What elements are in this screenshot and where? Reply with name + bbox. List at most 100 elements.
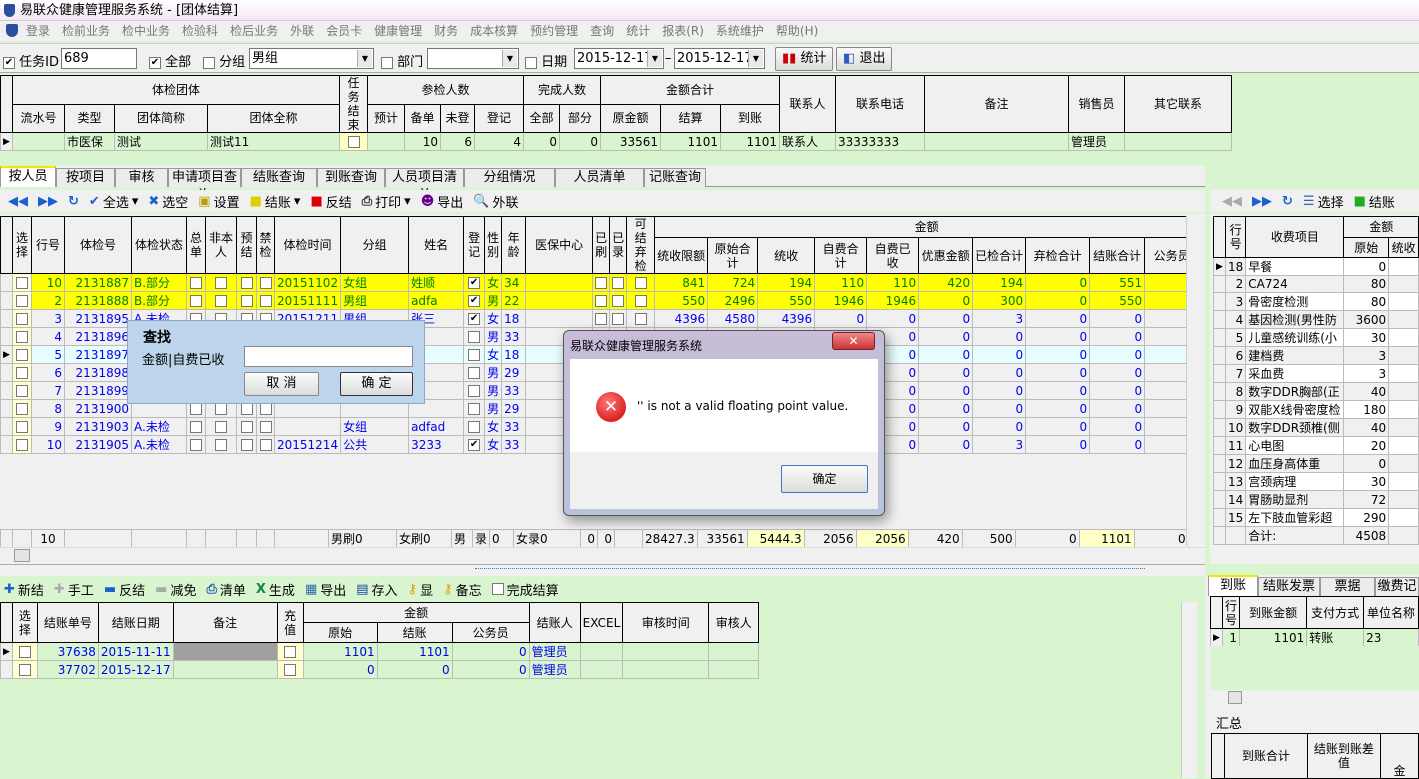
flag-cell[interactable] xyxy=(626,309,656,328)
complete-settle-checkbox[interactable]: 完成结算 xyxy=(491,580,559,599)
item-row[interactable]: 7 采血费 3 xyxy=(1213,364,1419,383)
tab-6[interactable]: 人员项目清单 xyxy=(385,168,464,203)
chevron-down-icon[interactable]: ▼ xyxy=(357,50,372,67)
flag-cell[interactable] xyxy=(236,291,257,310)
select-checkbox[interactable] xyxy=(16,331,28,343)
item-row[interactable]: 5 儿童感统训练(小 30 xyxy=(1213,328,1419,347)
date-checkbox[interactable] xyxy=(525,56,537,69)
flag-checkbox[interactable] xyxy=(612,277,625,289)
flag-cell[interactable] xyxy=(592,273,611,292)
item-row[interactable]: 8 数字DDR胸部(正 40 xyxy=(1213,382,1419,401)
menu-item[interactable]: 检中业务 xyxy=(116,21,176,41)
select-checkbox[interactable] xyxy=(16,367,28,379)
group-select[interactable]: 男组 ▼ xyxy=(249,48,374,69)
flag-cell[interactable] xyxy=(186,273,206,292)
registered-cell[interactable]: ✔ xyxy=(463,435,486,454)
recharge-cell[interactable] xyxy=(276,642,304,661)
new-settle-button[interactable]: ✚ 新结 xyxy=(4,580,44,599)
flag-checkbox[interactable] xyxy=(259,439,272,451)
all-checkbox[interactable]: ✔ xyxy=(149,56,161,69)
menu-item[interactable]: 外联 xyxy=(284,21,320,41)
flag-cell[interactable] xyxy=(256,291,275,310)
flag-checkbox[interactable] xyxy=(595,313,608,325)
complete-checkbox[interactable] xyxy=(491,583,504,595)
save-button[interactable]: ▤ 存入 xyxy=(356,580,397,599)
select-checkbox[interactable] xyxy=(16,421,28,433)
memo-button[interactable]: ⚷ 备忘 xyxy=(443,580,482,599)
flag-cell[interactable] xyxy=(205,291,237,310)
menu-item[interactable]: 成本核算 xyxy=(464,21,524,41)
item-settle-button[interactable]: ■ 结账 xyxy=(1354,192,1395,211)
dept-select[interactable]: ▼ xyxy=(427,48,519,69)
remark-cell[interactable] xyxy=(172,642,278,661)
export-button[interactable]: ☻ 导出 xyxy=(421,192,464,211)
flag-checkbox[interactable] xyxy=(595,277,608,289)
item-row[interactable]: ▶ 18 早餐 0 xyxy=(1213,257,1419,276)
select-checkbox[interactable] xyxy=(16,403,28,415)
registered-cell[interactable] xyxy=(463,327,486,346)
receipt-row[interactable]: ▶ 1 1101 转账 23 xyxy=(1210,628,1419,647)
select-cell[interactable] xyxy=(11,660,38,679)
select-cell[interactable] xyxy=(12,345,32,364)
flag-checkbox[interactable] xyxy=(259,403,272,415)
settle-button[interactable]: ■ 结账 ▾ xyxy=(250,192,301,211)
chevron-down-icon[interactable]: ▼ xyxy=(647,50,662,67)
flag-checkbox[interactable] xyxy=(634,313,647,325)
flag-checkbox[interactable] xyxy=(259,421,272,433)
flag-cell[interactable] xyxy=(256,435,275,454)
date-from-picker[interactable]: 2015-12-17 ▼ xyxy=(574,48,664,69)
item-next-button[interactable]: ▶▶ xyxy=(1252,194,1272,209)
flag-checkbox[interactable] xyxy=(612,295,625,307)
task-end-checkbox[interactable] xyxy=(347,136,360,148)
splitter[interactable] xyxy=(0,564,1205,576)
flag-checkbox[interactable] xyxy=(215,295,227,307)
menu-item[interactable]: 检前业务 xyxy=(56,21,116,41)
flag-checkbox[interactable] xyxy=(215,421,227,433)
tab-4[interactable]: 结账查询 xyxy=(241,168,317,187)
tab-5[interactable]: 到账查询 xyxy=(317,168,385,187)
flag-cell[interactable] xyxy=(592,291,611,310)
task-end-cell[interactable] xyxy=(339,132,368,151)
next-button[interactable]: ▶▶ xyxy=(38,194,58,209)
settle-grid-vscrollbar[interactable] xyxy=(1181,602,1197,778)
registered-cell[interactable]: ✔ xyxy=(463,273,486,292)
registered-cell[interactable] xyxy=(463,417,486,436)
refresh-button[interactable]: ↻ xyxy=(68,194,79,209)
receipt-tab-1[interactable]: 结账发票 xyxy=(1258,577,1320,596)
registered-checkbox[interactable]: ✔ xyxy=(468,277,481,289)
select-cell[interactable] xyxy=(11,642,38,661)
close-button[interactable]: ✕ xyxy=(832,332,875,350)
chevron-down-icon[interactable]: ▼ xyxy=(748,50,763,67)
find-value-input[interactable] xyxy=(244,346,413,367)
flag-checkbox[interactable] xyxy=(215,439,227,451)
select-cell[interactable] xyxy=(12,381,32,400)
select-cell[interactable] xyxy=(12,363,32,382)
item-row[interactable]: 9 双能X线骨密度检 180 xyxy=(1213,400,1419,419)
manual-button[interactable]: ✚ 手工 xyxy=(54,580,94,599)
dept-checkbox[interactable] xyxy=(381,56,393,69)
item-refresh-button[interactable]: ↻ xyxy=(1282,194,1293,209)
flag-checkbox[interactable] xyxy=(634,295,647,307)
settle-row[interactable]: 37702 2015-12-17 0 0 0 管理员 xyxy=(0,660,760,679)
error-ok-button[interactable]: 确定 xyxy=(781,465,868,493)
flag-checkbox[interactable] xyxy=(240,403,253,415)
registered-cell[interactable] xyxy=(463,381,486,400)
tab-8[interactable]: 人员清单 xyxy=(555,168,644,187)
receipt-tab-2[interactable]: 票据 xyxy=(1320,577,1375,596)
registered-checkbox[interactable] xyxy=(468,367,481,379)
flag-cell[interactable] xyxy=(186,291,206,310)
tab-0[interactable]: 按人员 xyxy=(0,166,56,187)
select-all-button[interactable]: ✔ 全选 ▾ xyxy=(89,192,138,211)
item-row[interactable]: 12 血压身高体重 0 xyxy=(1213,454,1419,473)
settings-button[interactable]: ▣ 设置 xyxy=(198,192,239,211)
menu-item[interactable]: 检验科 xyxy=(176,21,224,41)
item-select-button[interactable]: ☰ 选择 xyxy=(1303,192,1344,211)
registered-cell[interactable]: ✔ xyxy=(463,309,486,328)
registered-checkbox[interactable] xyxy=(468,385,481,397)
flag-checkbox[interactable] xyxy=(190,403,202,415)
item-prev-button[interactable]: ◀◀ xyxy=(1222,194,1242,209)
select-checkbox[interactable] xyxy=(16,313,28,325)
flag-cell[interactable] xyxy=(256,273,275,292)
flag-checkbox[interactable] xyxy=(595,295,608,307)
flag-checkbox[interactable] xyxy=(612,313,625,325)
